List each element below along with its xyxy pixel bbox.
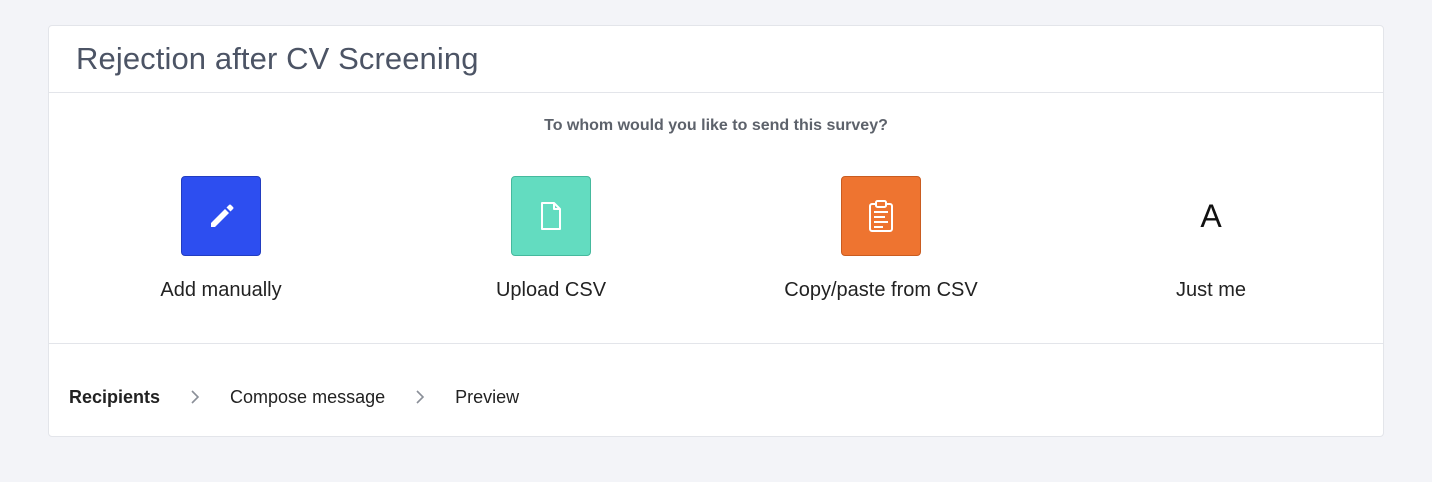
file-icon bbox=[541, 202, 561, 230]
copy-paste-csv-option[interactable]: Copy/paste from CSV bbox=[761, 176, 1001, 311]
add-manually-tile[interactable] bbox=[181, 176, 261, 256]
chevron-right-icon bbox=[385, 389, 455, 405]
copy-paste-csv-tile[interactable] bbox=[841, 176, 921, 256]
page-title: Rejection after CV Screening bbox=[76, 41, 479, 76]
just-me-label: Just me bbox=[1175, 279, 1247, 301]
copy-paste-csv-label: Copy/paste from CSV bbox=[784, 279, 978, 301]
step-compose-message[interactable]: Compose message bbox=[230, 387, 385, 408]
upload-csv-tile[interactable] bbox=[511, 176, 591, 256]
clipboard-icon bbox=[869, 200, 893, 232]
just-me-option[interactable]: A Just me bbox=[1091, 176, 1331, 311]
step-recipients[interactable]: Recipients bbox=[69, 387, 160, 408]
add-manually-label: Add manually bbox=[160, 279, 282, 301]
wizard-steps: Recipients Compose message Preview bbox=[69, 385, 519, 409]
chevron-right-icon bbox=[160, 389, 230, 405]
add-manually-option[interactable]: Add manually bbox=[101, 176, 341, 311]
pencil-icon bbox=[211, 204, 234, 227]
upload-csv-label: Upload CSV bbox=[495, 279, 607, 301]
recipient-selector: To whom would you like to send this surv… bbox=[49, 93, 1383, 344]
card-header: Rejection after CV Screening bbox=[49, 26, 1383, 93]
survey-question: To whom would you like to send this surv… bbox=[544, 117, 888, 134]
survey-card: Rejection after CV Screening To whom wou… bbox=[48, 25, 1384, 437]
step-preview[interactable]: Preview bbox=[455, 387, 519, 408]
avatar[interactable]: A bbox=[1171, 176, 1251, 256]
upload-csv-option[interactable]: Upload CSV bbox=[431, 176, 671, 311]
